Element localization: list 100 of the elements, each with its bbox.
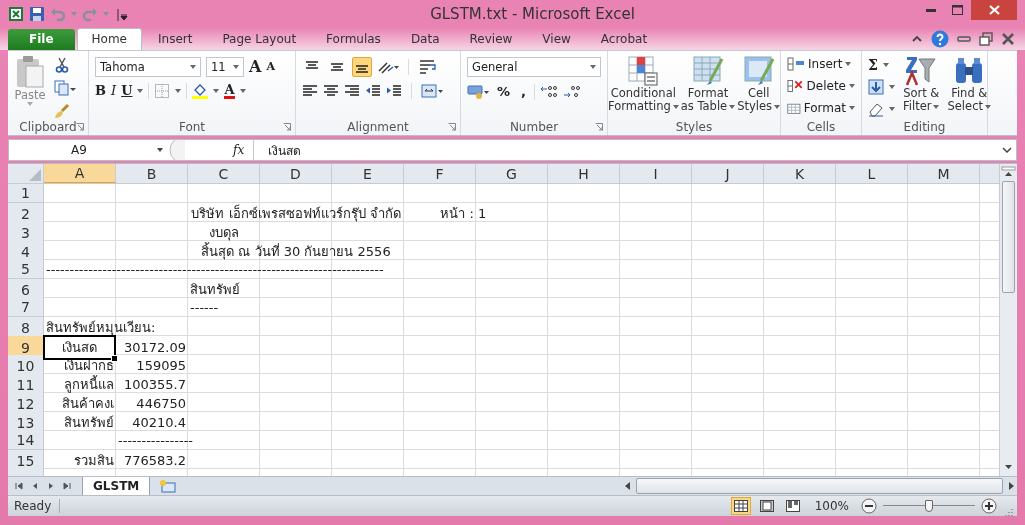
ribbon-tab[interactable]: Data xyxy=(396,29,454,51)
text-orientation-icon[interactable] xyxy=(377,59,399,76)
first-sheet-icon[interactable] xyxy=(12,481,26,492)
row-header[interactable]: 1 xyxy=(8,184,44,204)
zoom-in-icon[interactable] xyxy=(981,498,997,515)
insert-function-button[interactable]: fx xyxy=(233,143,253,158)
fill-color-icon[interactable] xyxy=(192,83,209,100)
ribbon-tab[interactable]: Acrobat xyxy=(586,29,662,51)
column-header[interactable]: B xyxy=(116,164,188,184)
sheet-tab[interactable]: GLSTM xyxy=(82,476,151,496)
ribbon-tab[interactable]: Formulas xyxy=(312,29,395,51)
copy-icon[interactable] xyxy=(54,80,76,97)
column-header[interactable]: J xyxy=(692,164,764,184)
vertical-align-button[interactable] xyxy=(352,57,372,78)
cell-text: 40210.4 xyxy=(132,415,186,431)
view-button[interactable] xyxy=(730,497,751,516)
close-icon[interactable] xyxy=(1001,32,1015,47)
column-header[interactable]: M xyxy=(908,164,980,184)
caret-icon[interactable] xyxy=(889,85,895,90)
dialog-launcher-icon[interactable] xyxy=(283,122,291,131)
font-color-button[interactable]: A xyxy=(224,83,235,100)
styles-button[interactable]: Cell Styles xyxy=(737,55,781,119)
dialog-launcher-icon[interactable] xyxy=(595,122,603,131)
column-header[interactable]: L xyxy=(836,164,908,184)
autosum-button[interactable]: Σ xyxy=(868,57,878,74)
dialog-launcher-icon[interactable] xyxy=(448,122,456,131)
percent-button[interactable]: % xyxy=(494,84,514,101)
column-header[interactable]: K xyxy=(764,164,836,184)
caret-icon[interactable] xyxy=(137,89,144,94)
column-header[interactable]: F xyxy=(404,164,476,184)
column-header[interactable]: G xyxy=(476,164,548,184)
ribbon-tab[interactable]: View xyxy=(528,29,585,51)
column-header[interactable]: D xyxy=(260,164,332,184)
save-icon[interactable] xyxy=(29,6,45,23)
status-text: Ready xyxy=(14,499,61,514)
triangle-icon xyxy=(29,169,41,182)
number-format-dropdown[interactable]: General xyxy=(467,57,601,78)
column-header[interactable]: C xyxy=(188,164,260,184)
last-sheet-icon[interactable] xyxy=(60,481,74,492)
cell-text: สิ้นสุด ณ วันที่ 30 กันยายน 2556 xyxy=(201,241,391,262)
grow-font-button[interactable]: A xyxy=(249,59,262,76)
expand-icon[interactable] xyxy=(1002,147,1012,154)
formula-input[interactable]: เงินสด xyxy=(253,140,998,161)
vertical-scrollbar[interactable] xyxy=(999,164,1017,477)
editing-button[interactable]: Sort & Filter xyxy=(903,55,940,119)
name-box[interactable]: A9 xyxy=(9,140,169,161)
styles-button[interactable]: Conditional Formatting xyxy=(607,55,679,119)
styles-button[interactable]: Format as Table xyxy=(680,55,736,119)
ribbon-tab[interactable]: Review xyxy=(455,29,527,51)
cell-text: 446750 xyxy=(136,396,186,412)
table-highlight-icon xyxy=(627,55,660,88)
row-header[interactable]: 14 xyxy=(8,431,44,451)
column-header[interactable]: I xyxy=(620,164,692,184)
ribbon-tab[interactable]: File xyxy=(8,29,75,51)
scroll-thumb[interactable] xyxy=(1002,181,1015,294)
merge-cells-icon[interactable] xyxy=(421,83,443,100)
caret-icon[interactable] xyxy=(239,89,246,94)
brush-icon[interactable] xyxy=(54,103,70,120)
comma-button[interactable]: , xyxy=(518,84,529,101)
dialog-launcher-icon[interactable] xyxy=(76,123,84,132)
scissors-icon[interactable] xyxy=(54,57,70,74)
editing-button[interactable]: Find & Select xyxy=(947,55,991,119)
resize-handle-icon[interactable] xyxy=(169,140,185,161)
cells-button[interactable]: Insert xyxy=(787,54,855,75)
caret-icon[interactable] xyxy=(882,63,889,68)
zoom-out-icon[interactable] xyxy=(861,498,877,515)
group-label: Alignment xyxy=(347,119,409,134)
column-header[interactable]: H xyxy=(548,164,620,184)
close-button[interactable] xyxy=(971,0,1017,20)
ribbon-tab[interactable]: Page Layout xyxy=(208,29,311,51)
bold-button[interactable]: B xyxy=(95,83,106,100)
fill-down-icon[interactable] xyxy=(868,79,884,96)
spreadsheet-logo-icon[interactable] xyxy=(8,6,24,23)
currency-icon[interactable] xyxy=(467,84,489,101)
row-header[interactable]: 7 xyxy=(8,298,44,318)
underline-button[interactable]: U xyxy=(121,83,133,100)
shrink-font-button[interactable]: A xyxy=(266,59,275,76)
zoom-level[interactable]: 100% xyxy=(814,499,849,514)
zoom-slider-thumb[interactable] xyxy=(925,500,933,513)
cell-text: 1 xyxy=(478,206,487,222)
caret-icon[interactable] xyxy=(213,89,220,94)
restore-icon[interactable] xyxy=(979,32,993,47)
customize-toolbar-icon[interactable] xyxy=(114,6,130,23)
caret-icon[interactable] xyxy=(175,89,182,94)
font-size-dropdown[interactable]: 11 xyxy=(206,57,244,78)
column-header[interactable]: E xyxy=(332,164,404,184)
caret-icon[interactable] xyxy=(889,107,895,112)
column-header[interactable]: A xyxy=(44,164,116,184)
cells-button[interactable]: Delete xyxy=(787,76,855,97)
cells-button[interactable]: Format xyxy=(787,98,855,119)
cell-cursor[interactable]: เงินสด xyxy=(43,335,116,361)
row-header[interactable]: 5 xyxy=(8,260,44,280)
help-icon[interactable] xyxy=(931,30,949,49)
ribbon-tab[interactable]: Home xyxy=(76,28,142,51)
eraser-icon[interactable] xyxy=(868,101,884,118)
italic-button[interactable]: I xyxy=(111,83,117,100)
delete-column-icon xyxy=(787,78,804,95)
font-name-dropdown[interactable]: Tahoma xyxy=(95,57,201,78)
ribbon-tab[interactable]: Insert xyxy=(144,29,207,51)
resize-grip-icon[interactable] xyxy=(1003,506,1013,516)
